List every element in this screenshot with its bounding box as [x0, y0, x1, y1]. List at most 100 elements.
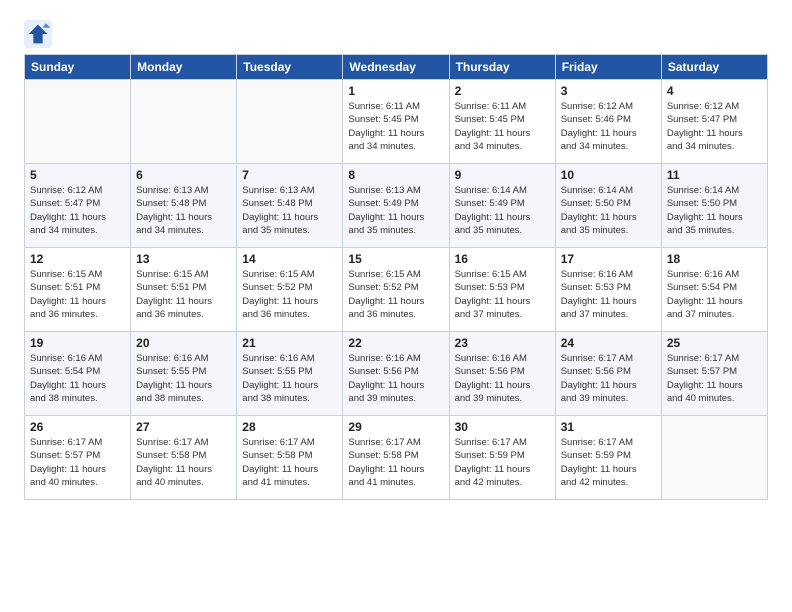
day-info: Sunrise: 6:15 AMSunset: 5:53 PMDaylight:… — [455, 268, 550, 321]
day-cell: 9 Sunrise: 6:14 AMSunset: 5:49 PMDaylight… — [449, 164, 555, 248]
day-cell: 20 Sunrise: 6:16 AMSunset: 5:55 PMDayligh… — [131, 332, 237, 416]
day-cell — [237, 80, 343, 164]
day-info: Sunrise: 6:15 AMSunset: 5:52 PMDaylight:… — [242, 268, 337, 321]
day-info: Sunrise: 6:17 AMSunset: 5:59 PMDaylight:… — [455, 436, 550, 489]
col-header-sunday: Sunday — [25, 55, 131, 80]
logo-icon — [24, 20, 52, 48]
day-cell — [131, 80, 237, 164]
col-header-saturday: Saturday — [661, 55, 767, 80]
day-cell: 12 Sunrise: 6:15 AMSunset: 5:51 PMDayligh… — [25, 248, 131, 332]
col-header-friday: Friday — [555, 55, 661, 80]
day-cell: 28 Sunrise: 6:17 AMSunset: 5:58 PMDayligh… — [237, 416, 343, 500]
day-cell: 2 Sunrise: 6:11 AMSunset: 5:45 PMDaylight… — [449, 80, 555, 164]
header-row: SundayMondayTuesdayWednesdayThursdayFrid… — [25, 55, 768, 80]
day-cell: 23 Sunrise: 6:16 AMSunset: 5:56 PMDayligh… — [449, 332, 555, 416]
day-cell: 22 Sunrise: 6:16 AMSunset: 5:56 PMDayligh… — [343, 332, 449, 416]
day-number: 10 — [561, 168, 656, 182]
day-number: 16 — [455, 252, 550, 266]
day-number: 24 — [561, 336, 656, 350]
day-number: 12 — [30, 252, 125, 266]
day-number: 17 — [561, 252, 656, 266]
day-number: 27 — [136, 420, 231, 434]
day-cell: 26 Sunrise: 6:17 AMSunset: 5:57 PMDayligh… — [25, 416, 131, 500]
day-info: Sunrise: 6:11 AMSunset: 5:45 PMDaylight:… — [455, 100, 550, 153]
day-number: 8 — [348, 168, 443, 182]
day-cell: 30Sunrise: 6:17 AMSunset: 5:59 PMDayligh… — [449, 416, 555, 500]
col-header-monday: Monday — [131, 55, 237, 80]
day-info: Sunrise: 6:16 AMSunset: 5:56 PMDaylight:… — [455, 352, 550, 405]
day-number: 7 — [242, 168, 337, 182]
day-number: 29 — [348, 420, 443, 434]
day-info: Sunrise: 6:14 AMSunset: 5:49 PMDaylight:… — [455, 184, 550, 237]
day-cell: 29 Sunrise: 6:17 AMSunset: 5:58 PMDayligh… — [343, 416, 449, 500]
day-number: 4 — [667, 84, 762, 98]
day-cell: 31 Sunrise: 6:17 AMSunset: 5:59 PMDayligh… — [555, 416, 661, 500]
day-info: Sunrise: 6:16 AMSunset: 5:55 PMDaylight:… — [242, 352, 337, 405]
day-info: Sunrise: 6:12 AMSunset: 5:47 PMDaylight:… — [30, 184, 125, 237]
day-info: Sunrise: 6:12 AMSunset: 5:46 PMDaylight:… — [561, 100, 656, 153]
day-number: 22 — [348, 336, 443, 350]
day-info: Sunrise: 6:17 AMSunset: 5:58 PMDaylight:… — [242, 436, 337, 489]
day-info: Sunrise: 6:16 AMSunset: 5:54 PMDaylight:… — [667, 268, 762, 321]
day-info: Sunrise: 6:13 AMSunset: 5:48 PMDaylight:… — [242, 184, 337, 237]
day-info: Sunrise: 6:15 AMSunset: 5:51 PMDaylight:… — [30, 268, 125, 321]
day-number: 9 — [455, 168, 550, 182]
day-number: 6 — [136, 168, 231, 182]
day-info: Sunrise: 6:17 AMSunset: 5:59 PMDaylight:… — [561, 436, 656, 489]
header — [24, 20, 768, 48]
day-info: Sunrise: 6:16 AMSunset: 5:54 PMDaylight:… — [30, 352, 125, 405]
day-info: Sunrise: 6:14 AMSunset: 5:50 PMDaylight:… — [561, 184, 656, 237]
day-cell: 18Sunrise: 6:16 AMSunset: 5:54 PMDayligh… — [661, 248, 767, 332]
day-number: 25 — [667, 336, 762, 350]
day-number: 1 — [348, 84, 443, 98]
page: SundayMondayTuesdayWednesdayThursdayFrid… — [0, 0, 792, 516]
day-cell: 27 Sunrise: 6:17 AMSunset: 5:58 PMDayligh… — [131, 416, 237, 500]
week-row-5: 26 Sunrise: 6:17 AMSunset: 5:57 PMDayligh… — [25, 416, 768, 500]
day-cell: 15 Sunrise: 6:15 AMSunset: 5:52 PMDayligh… — [343, 248, 449, 332]
day-cell: 3 Sunrise: 6:12 AMSunset: 5:46 PMDaylight… — [555, 80, 661, 164]
day-cell: 25Sunrise: 6:17 AMSunset: 5:57 PMDayligh… — [661, 332, 767, 416]
day-info: Sunrise: 6:16 AMSunset: 5:53 PMDaylight:… — [561, 268, 656, 321]
day-info: Sunrise: 6:13 AMSunset: 5:48 PMDaylight:… — [136, 184, 231, 237]
day-number: 20 — [136, 336, 231, 350]
day-number: 28 — [242, 420, 337, 434]
day-info: Sunrise: 6:14 AMSunset: 5:50 PMDaylight:… — [667, 184, 762, 237]
day-number: 21 — [242, 336, 337, 350]
day-info: Sunrise: 6:16 AMSunset: 5:56 PMDaylight:… — [348, 352, 443, 405]
day-cell: 24Sunrise: 6:17 AMSunset: 5:56 PMDayligh… — [555, 332, 661, 416]
week-row-2: 5 Sunrise: 6:12 AMSunset: 5:47 PMDaylight… — [25, 164, 768, 248]
day-cell: 6 Sunrise: 6:13 AMSunset: 5:48 PMDaylight… — [131, 164, 237, 248]
day-info: Sunrise: 6:15 AMSunset: 5:52 PMDaylight:… — [348, 268, 443, 321]
col-header-thursday: Thursday — [449, 55, 555, 80]
week-row-3: 12 Sunrise: 6:15 AMSunset: 5:51 PMDayligh… — [25, 248, 768, 332]
logo — [24, 20, 56, 48]
day-number: 19 — [30, 336, 125, 350]
day-number: 3 — [561, 84, 656, 98]
day-info: Sunrise: 6:16 AMSunset: 5:55 PMDaylight:… — [136, 352, 231, 405]
day-info: Sunrise: 6:17 AMSunset: 5:58 PMDaylight:… — [136, 436, 231, 489]
day-number: 31 — [561, 420, 656, 434]
day-number: 15 — [348, 252, 443, 266]
day-cell: 19 Sunrise: 6:16 AMSunset: 5:54 PMDayligh… — [25, 332, 131, 416]
day-cell: 4Sunrise: 6:12 AMSunset: 5:47 PMDaylight… — [661, 80, 767, 164]
day-cell: 8Sunrise: 6:13 AMSunset: 5:49 PMDaylight… — [343, 164, 449, 248]
day-number: 26 — [30, 420, 125, 434]
day-number: 5 — [30, 168, 125, 182]
day-cell: 5 Sunrise: 6:12 AMSunset: 5:47 PMDaylight… — [25, 164, 131, 248]
day-info: Sunrise: 6:15 AMSunset: 5:51 PMDaylight:… — [136, 268, 231, 321]
week-row-4: 19 Sunrise: 6:16 AMSunset: 5:54 PMDayligh… — [25, 332, 768, 416]
day-cell: 10 Sunrise: 6:14 AMSunset: 5:50 PMDayligh… — [555, 164, 661, 248]
calendar-table: SundayMondayTuesdayWednesdayThursdayFrid… — [24, 54, 768, 500]
day-cell: 11Sunrise: 6:14 AMSunset: 5:50 PMDayligh… — [661, 164, 767, 248]
day-number: 2 — [455, 84, 550, 98]
day-number: 14 — [242, 252, 337, 266]
day-info: Sunrise: 6:17 AMSunset: 5:57 PMDaylight:… — [30, 436, 125, 489]
day-number: 23 — [455, 336, 550, 350]
week-row-1: 1 Sunrise: 6:11 AMSunset: 5:45 PMDaylight… — [25, 80, 768, 164]
col-header-wednesday: Wednesday — [343, 55, 449, 80]
day-cell: 16 Sunrise: 6:15 AMSunset: 5:53 PMDayligh… — [449, 248, 555, 332]
day-cell — [661, 416, 767, 500]
day-info: Sunrise: 6:17 AMSunset: 5:58 PMDaylight:… — [348, 436, 443, 489]
day-cell — [25, 80, 131, 164]
day-cell: 21 Sunrise: 6:16 AMSunset: 5:55 PMDayligh… — [237, 332, 343, 416]
